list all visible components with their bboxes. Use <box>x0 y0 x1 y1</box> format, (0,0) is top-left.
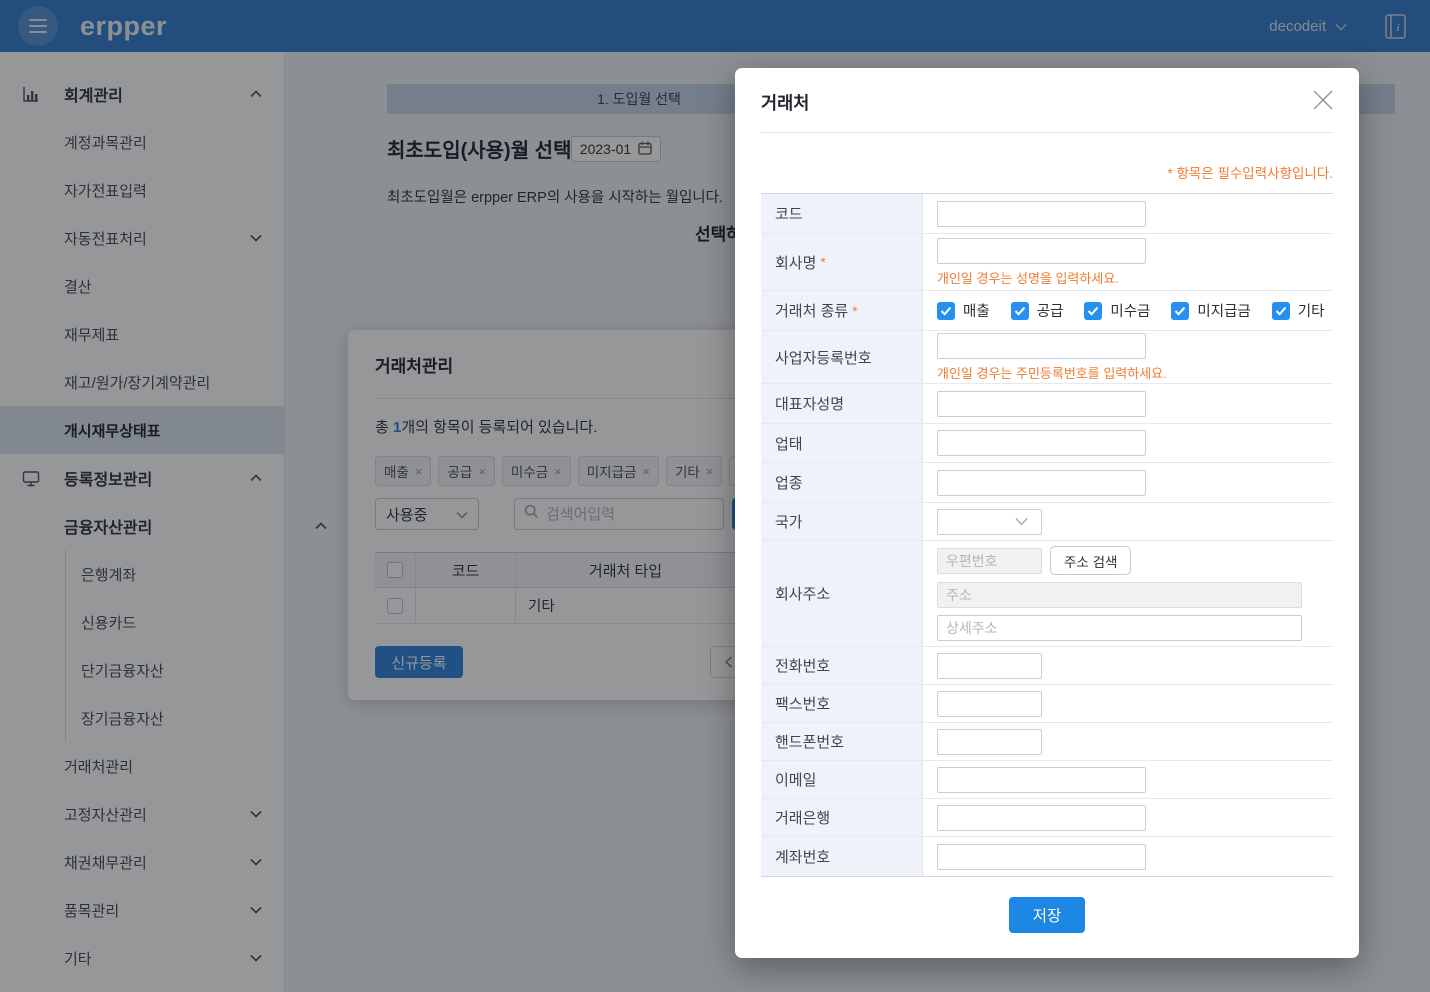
checkbox-payable[interactable]: 미지급금 <box>1171 300 1250 321</box>
checkbox-etc[interactable]: 기타 <box>1272 300 1325 321</box>
postal-code-input <box>937 548 1042 574</box>
checked-checkbox-icon[interactable] <box>1171 302 1189 320</box>
checkbox-sales[interactable]: 매출 <box>937 300 990 321</box>
phone-input[interactable] <box>937 653 1042 679</box>
address-input <box>937 582 1302 608</box>
checked-checkbox-icon[interactable] <box>1084 302 1102 320</box>
account-number-input[interactable] <box>937 844 1146 870</box>
row-account-number: 계좌번호 <box>761 837 1333 876</box>
checked-checkbox-icon[interactable] <box>1272 302 1290 320</box>
field-label: 팩스번호 <box>761 685 923 722</box>
address-detail-input[interactable] <box>937 615 1302 641</box>
checked-checkbox-icon[interactable] <box>937 302 955 320</box>
row-ceo-name: 대표자성명 <box>761 384 1333 424</box>
modal-title: 거래처 <box>761 90 809 115</box>
address-search-button[interactable]: 주소 검색 <box>1050 546 1131 575</box>
row-email: 이메일 <box>761 761 1333 799</box>
row-client-type: 거래처 종류* 매출 공급 미수금 <box>761 291 1333 331</box>
client-modal: 거래처 * 항목은 필수입력사항입니다. 코드 회사명* 개인일 경우는 성명을… <box>735 68 1359 958</box>
required-asterisk: * <box>852 303 857 319</box>
required-note: * 항목은 필수입력사항입니다. <box>1167 162 1333 182</box>
business-category-input[interactable] <box>937 470 1146 496</box>
modal-footer: 저장 <box>735 897 1359 933</box>
close-icon[interactable] <box>1309 86 1337 114</box>
business-number-input[interactable] <box>937 333 1146 359</box>
checkbox-receivable[interactable]: 미수금 <box>1084 300 1150 321</box>
field-label: 국가 <box>761 503 923 540</box>
row-mobile: 핸드폰번호 <box>761 723 1333 761</box>
row-bank: 거래은행 <box>761 799 1333 837</box>
field-label: 이메일 <box>761 761 923 798</box>
field-hint: 개인일 경우는 성명을 입력하세요. <box>937 268 1333 287</box>
required-asterisk: * <box>820 254 825 270</box>
checkbox-supply[interactable]: 공급 <box>1011 300 1064 321</box>
field-label: 코드 <box>761 194 923 233</box>
field-label: 거래은행 <box>761 799 923 836</box>
row-business-number: 사업자등록번호 개인일 경우는 주민등록번호를 입력하세요. <box>761 331 1333 384</box>
field-label: 사업자등록번호 <box>761 331 923 383</box>
business-condition-input[interactable] <box>937 430 1146 456</box>
company-name-input[interactable] <box>937 238 1146 264</box>
client-form: 코드 회사명* 개인일 경우는 성명을 입력하세요. 거래처 종류* 매출 <box>761 193 1333 877</box>
field-label: 회사주소 <box>761 541 923 646</box>
row-business-category: 업종 <box>761 463 1333 503</box>
mobile-input[interactable] <box>937 729 1042 755</box>
code-input[interactable] <box>937 201 1146 227</box>
divider <box>761 132 1333 133</box>
checked-checkbox-icon[interactable] <box>1011 302 1029 320</box>
field-label: 계좌번호 <box>761 837 923 876</box>
field-label: 업태 <box>761 424 923 462</box>
row-company-name: 회사명* 개인일 경우는 성명을 입력하세요. <box>761 234 1333 291</box>
row-business-condition: 업태 <box>761 424 1333 463</box>
field-label: 회사명* <box>761 234 923 290</box>
bank-input[interactable] <box>937 805 1146 831</box>
email-input[interactable] <box>937 767 1146 793</box>
save-button[interactable]: 저장 <box>1009 897 1086 933</box>
ceo-name-input[interactable] <box>937 391 1146 417</box>
field-hint: 개인일 경우는 주민등록번호를 입력하세요. <box>937 363 1333 382</box>
field-label: 대표자성명 <box>761 384 923 423</box>
row-country: 국가 <box>761 503 1333 541</box>
row-company-address: 회사주소 주소 검색 <box>761 541 1333 647</box>
row-phone: 전화번호 <box>761 647 1333 685</box>
country-select[interactable] <box>937 509 1042 535</box>
client-type-checkbox-group: 매출 공급 미수금 미지급금 <box>937 300 1333 321</box>
fax-input[interactable] <box>937 691 1042 717</box>
app-root: erpper decodeit i 회계관리 <box>0 0 1430 992</box>
field-label: 전화번호 <box>761 647 923 684</box>
row-code: 코드 <box>761 194 1333 234</box>
field-label: 핸드폰번호 <box>761 723 923 760</box>
field-label: 업종 <box>761 463 923 502</box>
field-label: 거래처 종류* <box>761 291 923 330</box>
chevron-down-icon <box>1015 513 1028 531</box>
row-fax: 팩스번호 <box>761 685 1333 723</box>
